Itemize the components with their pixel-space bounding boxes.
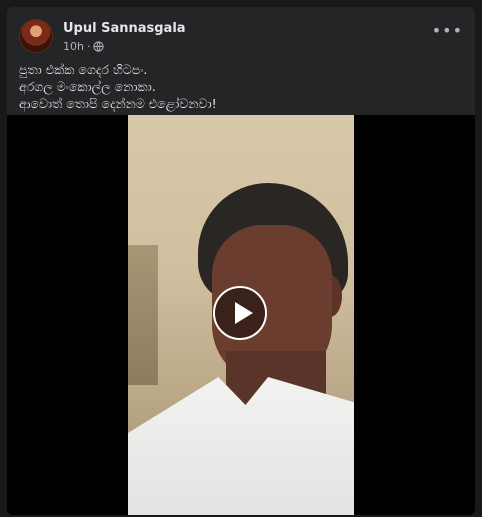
post-time[interactable]: 10h — [63, 40, 84, 53]
caption-line-2: අරගල මංකොල්ල නොකා. — [19, 79, 156, 94]
play-icon[interactable] — [213, 286, 267, 340]
video-player[interactable] — [7, 115, 475, 515]
post-meta: 10h · — [63, 40, 105, 53]
background-wall — [128, 245, 158, 385]
video-frame[interactable] — [128, 115, 354, 515]
author-avatar[interactable] — [19, 19, 53, 53]
author-name[interactable]: Upul Sannasgala — [63, 21, 186, 36]
meta-separator: · — [86, 40, 91, 53]
post-header: Upul Sannasgala 10h · ••• — [19, 19, 463, 59]
caption-line-3: ආවොත් තොපි දෙන්නම එළෝවනවා! — [19, 96, 217, 111]
more-options-button[interactable]: ••• — [432, 21, 463, 40]
post-card: Upul Sannasgala 10h · ••• පුතා එක්ක ගෙදර… — [7, 7, 475, 515]
caption-line-1: පුතා එක්ක ගෙදර හිටපං. — [19, 62, 148, 77]
globe-icon[interactable] — [93, 41, 105, 52]
post-caption: පුතා එක්ක ගෙදර හිටපං. අරගල මංකොල්ල නොකා.… — [19, 61, 463, 112]
